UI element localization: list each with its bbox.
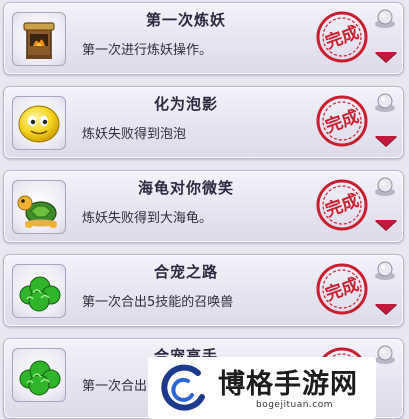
achievement-description: 炼妖失败得到大海龟。 [82,211,213,226]
achievement-title: 海龟对你微笑 [137,179,234,197]
achievement-description: 第一次进行炼妖操作。 [82,43,213,58]
expand-arrow-icon[interactable] [375,304,397,314]
pearl-icon [373,7,397,29]
achievement-card[interactable]: 第一次炼妖 第一次进行炼妖操作。 完成 [3,2,404,75]
green-cloud-icon [12,348,66,402]
furnace-icon [12,12,66,66]
svg-text:完成: 完成 [323,22,362,53]
achievement-title: 合宠之路 [153,263,218,281]
achievement-card[interactable]: 海龟对你微笑 炼妖失败得到大海龟。 完成 [3,170,404,243]
expand-arrow-icon[interactable] [375,52,397,62]
pearl-icon [373,259,397,281]
bubble-face-icon [12,96,66,150]
achievement-description: 炼妖失败得到泡泡 [82,127,187,142]
pearl-icon [373,91,397,113]
watermark-text: 博格手游网 [218,369,358,400]
expand-arrow-icon[interactable] [375,136,397,146]
achievement-card[interactable]: 化为泡影 炼妖失败得到泡泡 完成 [3,86,404,159]
completed-seal-icon: 完成 [315,94,369,148]
achievement-card[interactable]: 合宠之路 第一次合出5技能的召唤兽 完成 [3,254,404,327]
watermark-logo-icon [158,363,210,413]
achievement-description: 第一次合出5技能的召唤兽 [82,295,234,310]
completed-seal-icon: 完成 [315,262,369,316]
svg-text:完成: 完成 [323,190,362,221]
completed-seal-icon: 完成 [315,10,369,64]
site-watermark: 博格手游网 bogejituan.com [148,357,376,419]
achievement-title: 化为泡影 [153,95,218,113]
svg-text:完成: 完成 [323,274,362,305]
expand-arrow-icon[interactable] [375,220,397,230]
completed-seal-icon: 完成 [315,178,369,232]
pearl-icon [373,343,397,365]
turtle-icon [12,180,66,234]
green-cloud-icon [12,264,66,318]
svg-text:完成: 完成 [323,106,362,137]
pearl-icon [373,175,397,197]
watermark-domain: bogejituan.com [256,400,334,410]
achievement-title: 第一次炼妖 [145,11,226,29]
